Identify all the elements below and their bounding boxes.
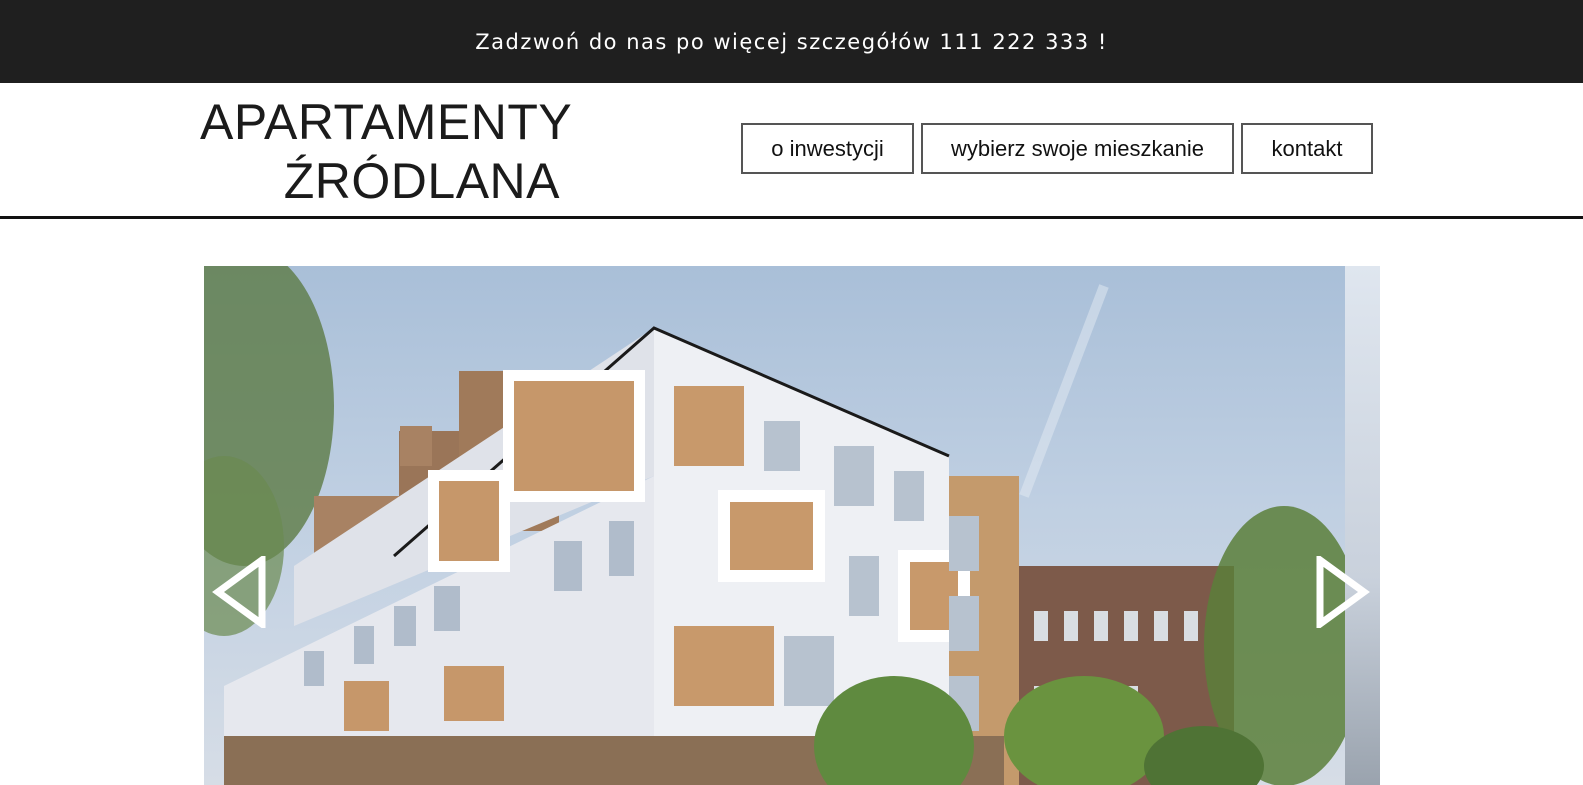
hero-slider [204,266,1380,785]
announcement-bar: Zadzwoń do nas po więcej szczegółów 111 … [0,0,1583,83]
slider-next-button[interactable] [1316,553,1370,631]
next-slide-peek [1345,266,1380,785]
triangle-right-outline-icon [1316,553,1370,631]
building-render-image [204,266,1364,785]
logo-line-1: APARTAMENTY [200,94,573,150]
announcement-text: Zadzwoń do nas po więcej szczegółów 111 … [475,29,1108,54]
nav-contact-button[interactable]: kontakt [1241,123,1373,174]
slider-prev-button[interactable] [212,553,266,631]
nav-choose-apartment-button[interactable]: wybierz swoje mieszkanie [921,123,1234,174]
nav-about-button[interactable]: o inwestycji [741,123,914,174]
site-header: APARTAMENTY ŹRÓDLANA o inwestycji wybier… [0,83,1583,219]
triangle-left-outline-icon [212,553,266,631]
site-logo[interactable]: APARTAMENTY ŹRÓDLANA [200,93,573,211]
logo-line-2: ŹRÓDLANA [283,153,560,209]
main-nav: o inwestycji wybierz swoje mieszkanie ko… [741,123,1373,174]
